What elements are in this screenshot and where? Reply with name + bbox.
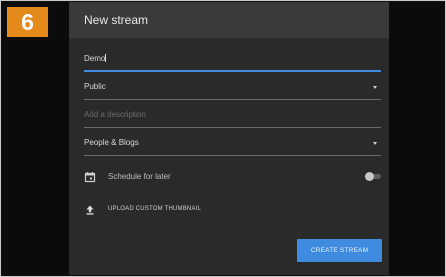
stream-title-text-wrap: Demo (84, 54, 107, 63)
upload-thumbnail-label: UPLOAD CUSTOM THUMBNAIL (108, 206, 202, 212)
schedule-toggle[interactable] (365, 172, 381, 181)
dialog-header: New stream (69, 2, 389, 38)
stream-title-underline (84, 70, 381, 72)
right-backdrop (389, 2, 444, 275)
text-caret (105, 54, 107, 62)
new-stream-dialog: New stream Demo Public Add a description… (69, 2, 389, 275)
schedule-label: Schedule for later (108, 172, 171, 181)
calendar-icon (84, 170, 96, 183)
upload-thumbnail-row[interactable]: UPLOAD CUSTOM THUMBNAIL (84, 203, 284, 217)
description-field[interactable]: Add a description (84, 110, 381, 128)
left-backdrop (2, 2, 69, 275)
step-number-badge: 6 (7, 7, 48, 37)
stream-title-value: Demo (84, 54, 106, 63)
description-underline (84, 127, 381, 128)
category-underline (84, 155, 381, 156)
schedule-row[interactable]: Schedule for later (84, 170, 284, 184)
visibility-underline (84, 99, 381, 100)
visibility-value: Public (84, 82, 106, 91)
stream-title-field[interactable]: Demo (84, 54, 381, 72)
category-select[interactable]: People & Blogs (84, 138, 381, 156)
category-dropdown-arrow-icon (373, 142, 377, 145)
category-value: People & Blogs (84, 138, 139, 147)
visibility-dropdown-arrow-icon (373, 86, 377, 89)
toggle-knob (365, 172, 374, 181)
dialog-title: New stream (84, 13, 149, 27)
screenshot-frame: 6 New stream Demo Public Add a descripti… (0, 0, 446, 277)
visibility-select[interactable]: Public (84, 82, 381, 100)
create-stream-button[interactable]: CREATE STREAM (297, 239, 382, 262)
upload-icon (84, 203, 96, 215)
description-placeholder: Add a description (84, 110, 146, 119)
